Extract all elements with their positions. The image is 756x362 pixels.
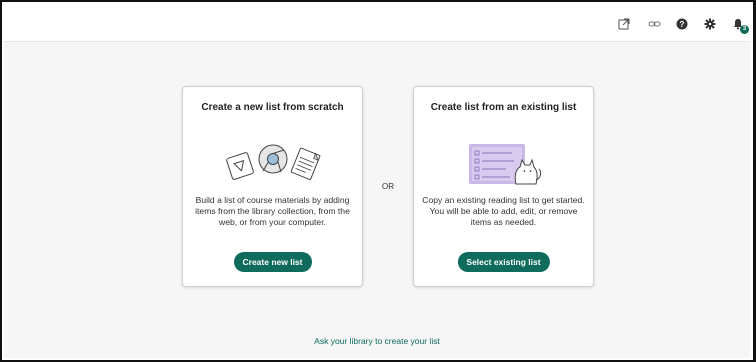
or-separator: OR bbox=[382, 182, 394, 191]
create-from-scratch-card: Create a new list from scratch Build a l… bbox=[182, 86, 363, 287]
existing-list-illustration bbox=[464, 142, 544, 193]
top-toolbar: ? 3 bbox=[4, 4, 750, 42]
external-link-icon[interactable] bbox=[616, 16, 632, 32]
svg-text:?: ? bbox=[680, 20, 685, 29]
card-description: Build a list of course materials by addi… bbox=[195, 195, 350, 227]
main-content: Create a new list from scratch Build a l… bbox=[4, 42, 750, 358]
gear-icon[interactable] bbox=[702, 16, 718, 32]
help-icon[interactable]: ? bbox=[674, 16, 690, 32]
create-new-list-button[interactable]: Create new list bbox=[233, 252, 312, 272]
notification-count-badge: 3 bbox=[740, 25, 749, 34]
card-title: Create a new list from scratch bbox=[201, 102, 344, 113]
create-from-existing-card: Create list from an existing list Copy a… bbox=[413, 86, 594, 287]
notifications-icon[interactable]: 3 bbox=[730, 16, 749, 34]
scratch-illustration bbox=[223, 142, 323, 189]
select-existing-list-button[interactable]: Select existing list bbox=[457, 252, 550, 272]
ask-library-row: Ask your library to create your list bbox=[4, 336, 750, 346]
link-icon[interactable] bbox=[646, 16, 662, 32]
app-window: ? 3 Create a new list from scratch Build… bbox=[0, 0, 756, 362]
card-description: Copy an existing reading list to get sta… bbox=[422, 195, 585, 227]
ask-library-link[interactable]: Ask your library to create your list bbox=[314, 336, 440, 346]
card-title: Create list from an existing list bbox=[430, 102, 577, 113]
